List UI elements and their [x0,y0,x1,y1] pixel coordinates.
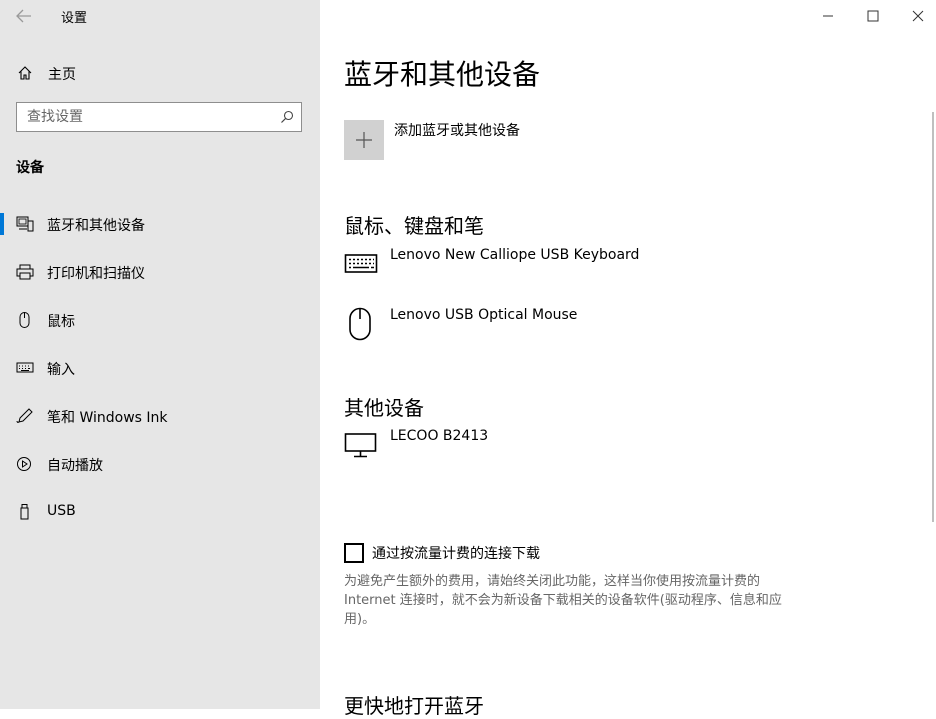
minimize-icon [823,15,833,17]
device-item-keyboard[interactable]: Lenovo New Calliope USB Keyboard [344,247,904,291]
search-box[interactable] [16,102,302,132]
add-device-button[interactable] [344,120,384,160]
pen-icon [16,408,33,423]
device-item-monitor[interactable]: LECOO B2413 [344,428,904,472]
page-title: 蓝牙和其他设备 [344,58,541,91]
metered-download-label[interactable]: 通过按流量计费的连接下载 [372,543,540,563]
minimize-button[interactable] [805,0,851,32]
autoplay-icon [17,457,31,471]
printer-icon [16,264,34,280]
active-indicator [0,213,4,235]
sidebar-item-autoplay[interactable]: 自动播放 [0,444,320,484]
main-panel: 蓝牙和其他设备 添加蓝牙或其他设备 鼠标、键盘和笔 Lenovo New Cal… [320,0,936,718]
device-name: LECOO B2413 [390,428,489,444]
sidebar-item-label: 输入 [47,362,75,378]
sidebar-item-bluetooth[interactable]: 蓝牙和其他设备 [0,204,320,244]
mouse-icon [19,312,30,328]
app-title: 设置 [61,11,88,26]
section-title-bluetooth-quick: 更快地打开蓝牙 [344,694,484,718]
plus-icon [356,132,372,148]
sidebar-section-title: 设备 [16,160,44,176]
metered-download-checkbox[interactable] [344,543,364,563]
device-name: Lenovo USB Optical Mouse [390,307,578,323]
add-device-label[interactable]: 添加蓝牙或其他设备 [394,120,520,140]
metered-description: 为避免产生额外的费用，请始终关闭此功能，这样当你使用按流量计费的Internet… [344,574,782,627]
close-button[interactable] [895,0,936,32]
search-input[interactable] [17,103,277,131]
sidebar-item-label: 鼠标 [47,314,75,330]
maximize-icon [867,10,879,22]
back-arrow-icon [16,9,31,23]
group-title-other-devices: 其他设备 [344,396,424,420]
usb-icon [20,504,29,520]
titlebar-left: 设置 [0,0,320,32]
sidebar-item-home[interactable]: 主页 [0,58,320,88]
sidebar-item-label: 自动播放 [47,458,103,474]
close-icon [912,10,924,22]
sidebar-item-usb[interactable]: USB [0,492,320,532]
device-name: Lenovo New Calliope USB Keyboard [390,247,640,263]
sidebar-item-printers[interactable]: 打印机和扫描仪 [0,252,320,292]
sidebar-item-pen[interactable]: 笔和 Windows Ink [0,396,320,436]
sidebar-item-label: 主页 [48,67,76,83]
search-icon[interactable] [280,110,294,124]
keyboard-icon [16,362,34,373]
sidebar-item-typing[interactable]: 输入 [0,348,320,388]
maximize-button[interactable] [850,0,896,32]
bluetooth-devices-icon [16,216,34,232]
device-item-mouse[interactable]: Lenovo USB Optical Mouse [344,307,904,351]
sidebar-item-label: 笔和 Windows Ink [47,410,168,426]
mouse-icon [349,307,371,341]
sidebar: 设置 主页 设备 蓝牙和其他设备 打印机和扫描仪 [0,0,320,709]
keyboard-icon [344,254,378,273]
scrollbar[interactable] [932,112,934,522]
group-title-input-devices: 鼠标、键盘和笔 [344,214,484,238]
sidebar-item-label: USB [47,503,76,519]
home-icon [18,66,32,80]
monitor-icon [344,433,377,458]
back-button[interactable] [14,6,36,26]
sidebar-item-mouse[interactable]: 鼠标 [0,300,320,340]
sidebar-item-label: 蓝牙和其他设备 [47,218,145,234]
sidebar-item-label: 打印机和扫描仪 [47,266,145,282]
